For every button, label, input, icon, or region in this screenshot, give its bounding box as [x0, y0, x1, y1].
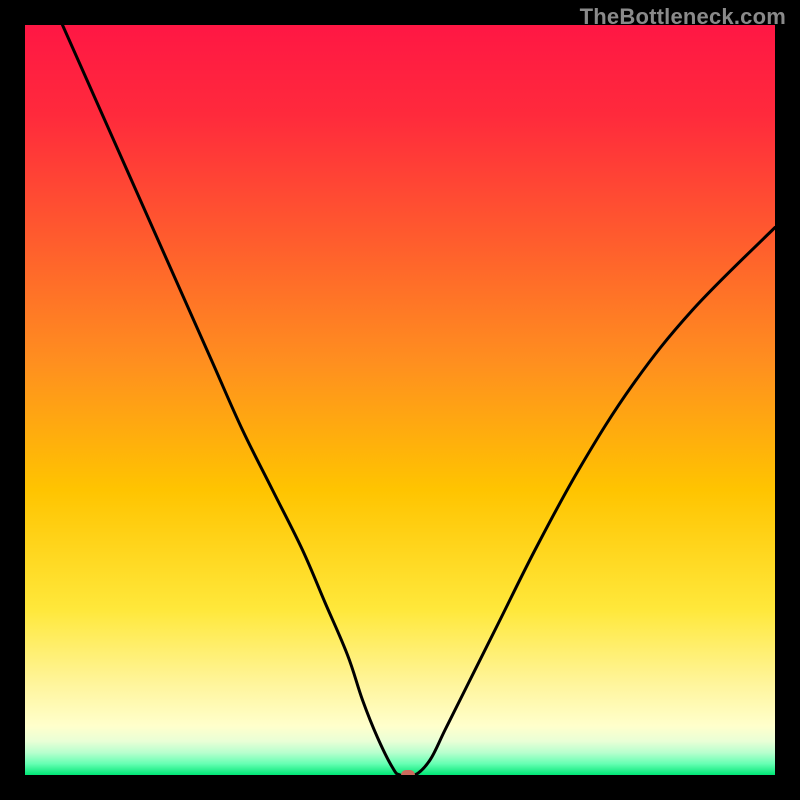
- watermark-text: TheBottleneck.com: [580, 4, 786, 30]
- chart-frame: TheBottleneck.com: [0, 0, 800, 800]
- bottleneck-curve: [25, 25, 775, 775]
- optimal-point-marker: [401, 770, 415, 775]
- plot-area: [25, 25, 775, 775]
